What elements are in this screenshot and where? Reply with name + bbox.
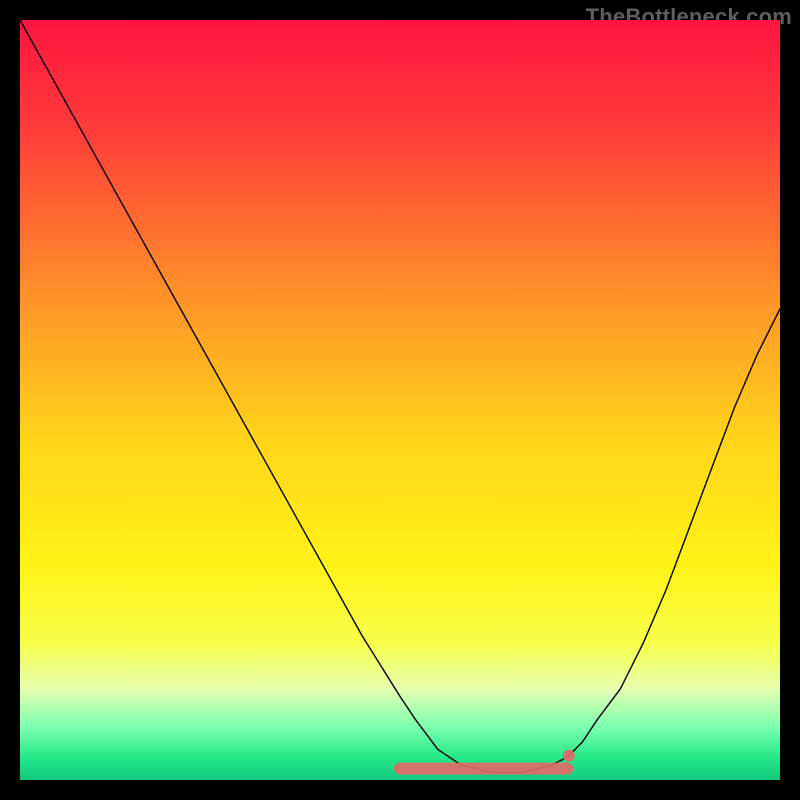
plot-area xyxy=(20,20,780,780)
optimum-end-dot xyxy=(563,750,575,762)
chart-background xyxy=(20,20,780,780)
bottleneck-chart xyxy=(20,20,780,780)
chart-frame: TheBottleneck.com xyxy=(0,0,800,800)
